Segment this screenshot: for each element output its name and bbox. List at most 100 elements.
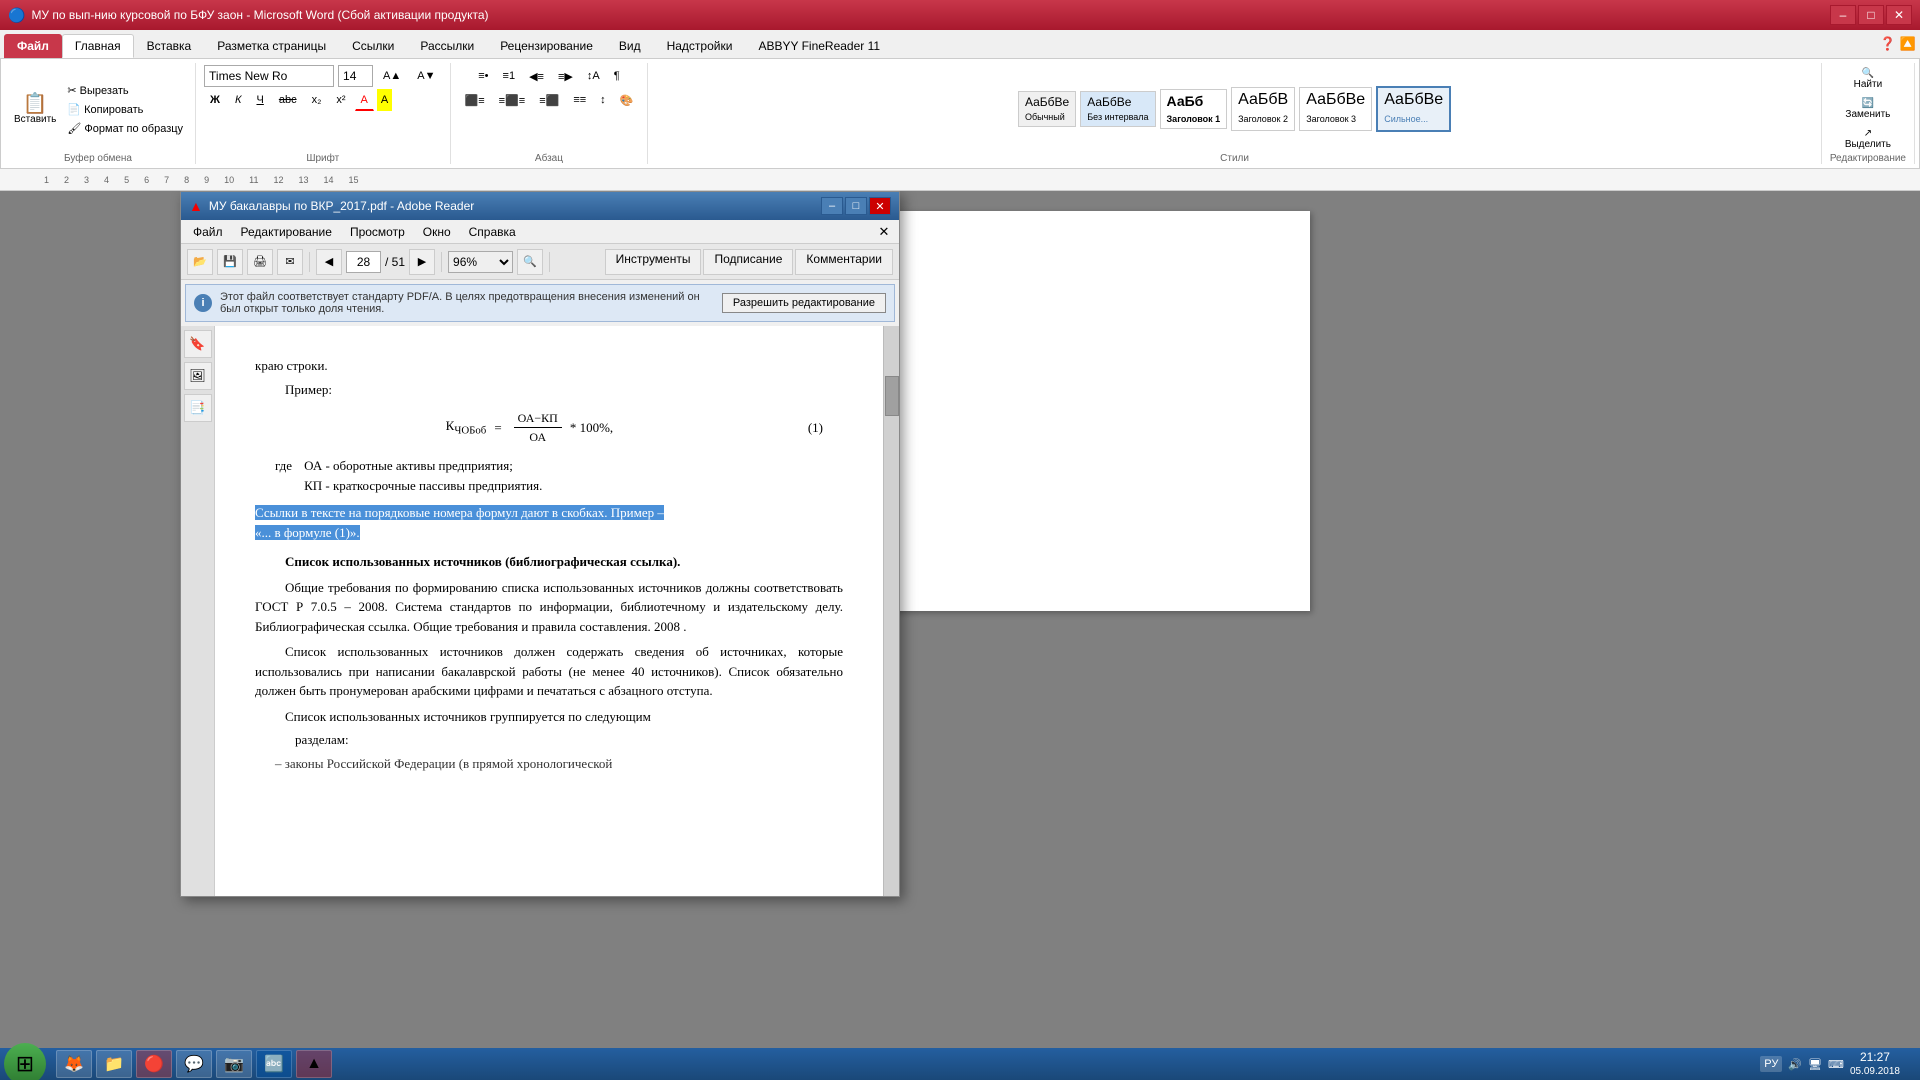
eq-number: (1) bbox=[808, 418, 843, 438]
sort-button[interactable]: ↕A bbox=[581, 65, 606, 87]
ar-layers-button[interactable]: 📑 bbox=[184, 394, 212, 422]
ar-bookmark-button[interactable]: 🔖 bbox=[184, 330, 212, 358]
superscript-button[interactable]: x² bbox=[330, 89, 351, 111]
pdf-equation: КЧОБоб = ОА−КП ОА * 100%, (1) bbox=[255, 409, 843, 446]
ar-email-button[interactable]: ✉ bbox=[277, 249, 303, 275]
ar-print-button[interactable]: 🖨 bbox=[247, 249, 273, 275]
speaker-icon[interactable]: 🔊 bbox=[1788, 1058, 1802, 1071]
maximize-button[interactable]: □ bbox=[1858, 5, 1884, 25]
help-icon[interactable]: ❓ bbox=[1880, 36, 1896, 52]
style-heading2[interactable]: АаБбВЗаголовок 2 bbox=[1231, 87, 1295, 131]
pdf-highlighted-block: Ссылки в тексте на порядковые номера фор… bbox=[255, 503, 843, 542]
tab-main[interactable]: Главная bbox=[62, 34, 134, 58]
minimize-button[interactable]: – bbox=[1830, 5, 1856, 25]
italic-button[interactable]: К bbox=[229, 89, 247, 111]
font-color-button[interactable]: А bbox=[355, 89, 374, 111]
replace-button[interactable]: 🔄 Заменить bbox=[1840, 95, 1895, 123]
paste-button[interactable]: 📋 Вставить bbox=[9, 91, 61, 128]
ar-menu-bar: Файл Редактирование Просмотр Окно Справк… bbox=[181, 220, 899, 244]
shading-button[interactable]: 🎨 bbox=[614, 89, 640, 111]
bullet-list-button[interactable]: ≡• bbox=[472, 65, 494, 87]
ruler-marks: 12 34 56 78 910 1112 1314 15 bbox=[4, 175, 399, 185]
taskbar-apps: 🦊 📁 🔴 💬 📷 🔤 ▲ bbox=[56, 1050, 332, 1078]
tab-abbyy[interactable]: ABBYY FineReader 11 bbox=[745, 34, 893, 58]
ar-menu-help[interactable]: Справка bbox=[461, 224, 524, 240]
numbered-list-button[interactable]: ≡1 bbox=[497, 65, 522, 87]
ar-page-number-input[interactable] bbox=[346, 251, 381, 273]
tab-view[interactable]: Вид bbox=[606, 34, 654, 58]
taskbar-app-firefox[interactable]: 🦊 bbox=[56, 1050, 92, 1078]
tab-insert[interactable]: Вставка bbox=[134, 34, 205, 58]
network-icon[interactable]: 🖥 bbox=[1808, 1058, 1822, 1071]
subscript-button[interactable]: x₂ bbox=[306, 89, 328, 111]
ar-doc-viewport[interactable]: краю строки. Пример: КЧОБоб = ОА−КП bbox=[215, 326, 883, 896]
indent-decrease-button[interactable]: ◀≡ bbox=[523, 65, 550, 87]
ar-scrollbar[interactable] bbox=[883, 326, 899, 896]
tab-references[interactable]: Ссылки bbox=[339, 34, 407, 58]
style-heading1[interactable]: АаБбЗаголовок 1 bbox=[1160, 89, 1228, 129]
tab-review[interactable]: Рецензирование bbox=[487, 34, 606, 58]
pdf-highlighted-1: Ссылки в тексте на порядковые номера фор… bbox=[255, 505, 664, 520]
strikethrough-button[interactable]: abc bbox=[273, 89, 303, 111]
ar-tools-button[interactable]: Инструменты bbox=[605, 249, 702, 275]
ar-zoom-select[interactable]: 96% 100% 125% 150% bbox=[448, 251, 513, 273]
format-painter-button[interactable]: 🖌 Формат по образцу bbox=[63, 120, 187, 137]
select-button[interactable]: ↗ Выделить bbox=[1840, 125, 1896, 153]
align-center-button[interactable]: ≡⬛≡ bbox=[493, 89, 532, 111]
align-left-button[interactable]: ⬛≡ bbox=[459, 89, 491, 111]
copy-button[interactable]: 📄 Копировать bbox=[63, 101, 187, 118]
close-button[interactable]: ✕ bbox=[1886, 5, 1912, 25]
ar-zoom-in-button[interactable]: 🔍 bbox=[517, 249, 543, 275]
font-grow-button[interactable]: A▲ bbox=[377, 65, 407, 87]
ar-minimize-button[interactable]: – bbox=[821, 197, 843, 215]
ar-comments-button[interactable]: Комментарии bbox=[795, 249, 893, 275]
style-strong[interactable]: АаБбВеСильное... bbox=[1376, 86, 1451, 132]
ar-menu-file[interactable]: Файл bbox=[185, 224, 231, 240]
ar-prev-page-button[interactable]: ◀ bbox=[316, 249, 342, 275]
eq-equals: = bbox=[494, 418, 501, 438]
tab-page-layout[interactable]: Разметка страницы bbox=[204, 34, 339, 58]
start-button[interactable]: ⊞ bbox=[4, 1043, 46, 1080]
ar-menu-edit[interactable]: Редактирование bbox=[233, 224, 340, 240]
taskbar-app-word[interactable]: 🔤 bbox=[256, 1050, 292, 1078]
font-size-input[interactable] bbox=[338, 65, 373, 87]
taskbar-app-capture[interactable]: 📷 bbox=[216, 1050, 252, 1078]
tab-mailings[interactable]: Рассылки bbox=[407, 34, 487, 58]
font-shrink-button[interactable]: A▼ bbox=[411, 65, 441, 87]
taskbar-app-adobe[interactable]: ▲ bbox=[296, 1050, 332, 1078]
eq-numerator: ОА−КП bbox=[514, 409, 562, 428]
keyboard-icon[interactable]: ⌨ bbox=[1828, 1058, 1844, 1071]
ar-menu-window[interactable]: Окно bbox=[415, 224, 459, 240]
ar-open-button[interactable]: 📂 bbox=[187, 249, 213, 275]
tab-file[interactable]: Файл bbox=[4, 34, 62, 58]
ar-save-button[interactable]: 💾 bbox=[217, 249, 243, 275]
ar-close-x-button[interactable]: ✕ bbox=[873, 223, 895, 241]
justify-button[interactable]: ≡≡ bbox=[567, 89, 592, 111]
indent-increase-button[interactable]: ≡▶ bbox=[552, 65, 579, 87]
show-hide-button[interactable]: ¶ bbox=[608, 65, 626, 87]
style-normal[interactable]: АаБбВе Обычный bbox=[1018, 91, 1076, 127]
cut-button[interactable]: ✂ Вырезать bbox=[63, 82, 187, 99]
style-no-spacing[interactable]: АаБбВеБез интервала bbox=[1080, 91, 1155, 127]
taskbar-app-explorer[interactable]: 📁 bbox=[96, 1050, 132, 1078]
font-name-input[interactable] bbox=[204, 65, 334, 87]
find-button[interactable]: 🔍 Найти bbox=[1849, 65, 1888, 93]
minimize-ribbon-icon[interactable]: 🔼 bbox=[1900, 36, 1916, 52]
ar-close-button[interactable]: ✕ bbox=[869, 197, 891, 215]
align-right-button[interactable]: ≡⬛ bbox=[533, 89, 565, 111]
highlight-button[interactable]: А bbox=[377, 89, 392, 111]
line-spacing-button[interactable]: ↕ bbox=[594, 89, 612, 111]
ar-page-thumb-button[interactable]: 🖼 bbox=[184, 362, 212, 390]
ar-next-page-button[interactable]: ▶ bbox=[409, 249, 435, 275]
ar-menu-view[interactable]: Просмотр bbox=[342, 224, 413, 240]
taskbar-app-skype[interactable]: 💬 bbox=[176, 1050, 212, 1078]
bold-button[interactable]: Ж bbox=[204, 89, 226, 111]
style-heading3[interactable]: АаБбВеЗаголовок 3 bbox=[1299, 87, 1372, 131]
underline-button[interactable]: Ч bbox=[250, 89, 269, 111]
tab-addins[interactable]: Надстройки bbox=[654, 34, 746, 58]
taskbar-app-red[interactable]: 🔴 bbox=[136, 1050, 172, 1078]
ar-restore-button[interactable]: □ bbox=[845, 197, 867, 215]
ar-allow-edit-button[interactable]: Разрешить редактирование bbox=[722, 293, 886, 313]
ar-sign-button[interactable]: Подписание bbox=[703, 249, 793, 275]
ar-scrollbar-thumb[interactable] bbox=[885, 376, 899, 416]
